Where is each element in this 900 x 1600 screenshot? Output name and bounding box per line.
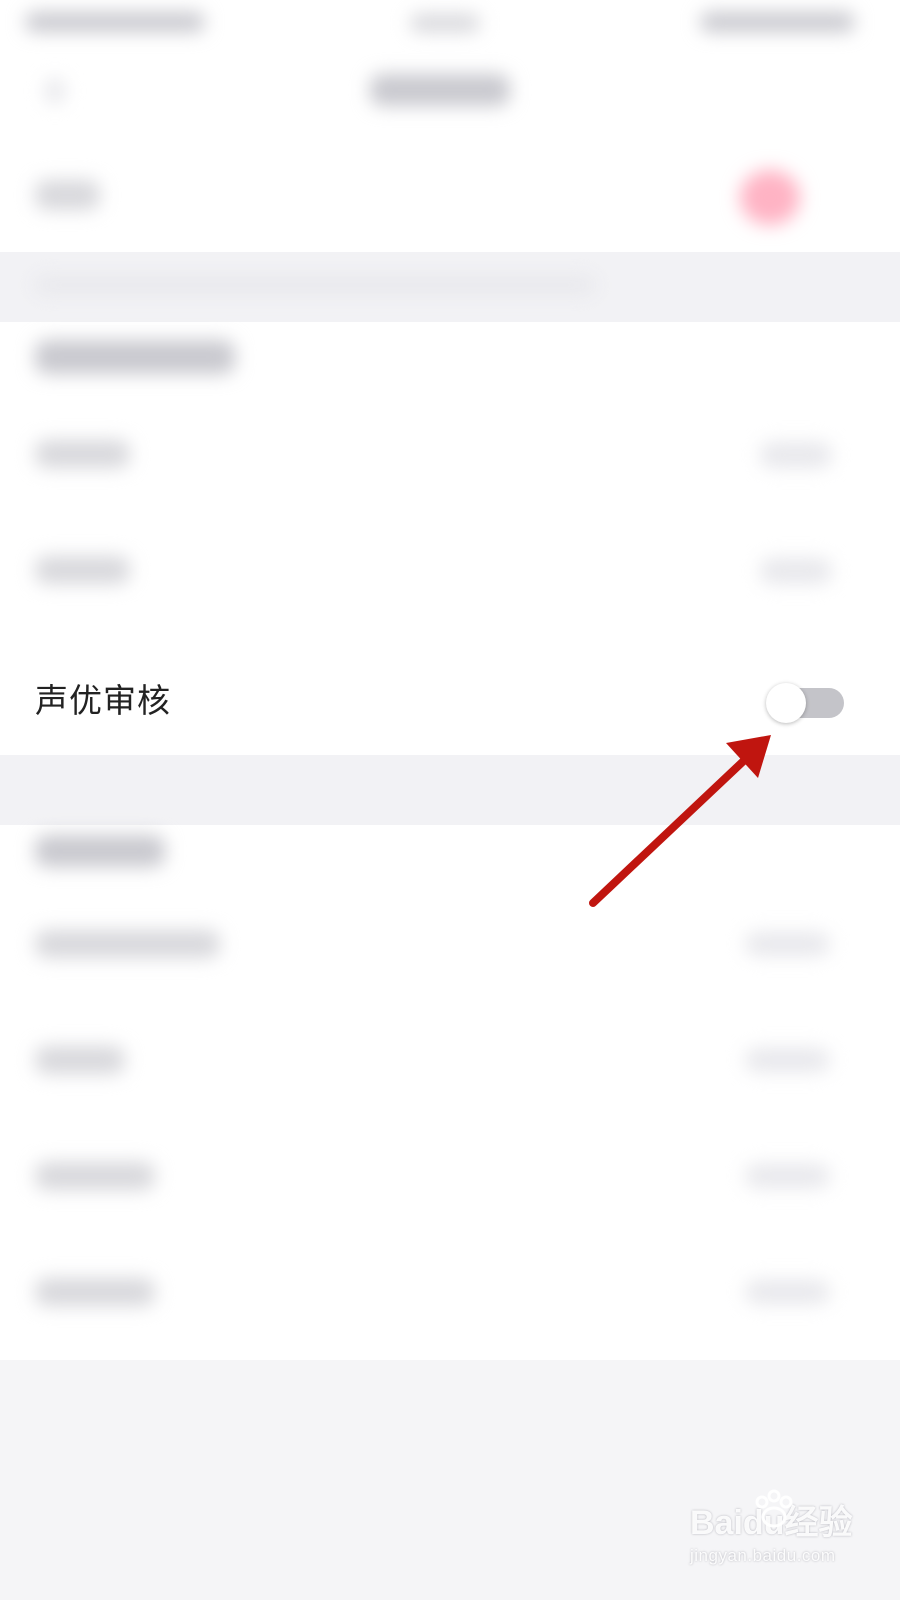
section-two-title xyxy=(35,835,165,867)
row-b-value[interactable] xyxy=(760,558,832,584)
voice-review-label: 声优审核 xyxy=(35,681,171,720)
status-center-blur xyxy=(410,14,480,32)
row-d-value[interactable] xyxy=(745,1048,830,1072)
row-c-label xyxy=(35,930,220,958)
section-one-title xyxy=(35,340,235,374)
row-e-label xyxy=(35,1162,155,1190)
voice-review-toggle[interactable] xyxy=(766,683,844,723)
toggle-knob[interactable] xyxy=(766,683,806,723)
row-b-label xyxy=(35,556,130,584)
status-right-blur xyxy=(700,12,855,32)
row-c-value[interactable] xyxy=(745,932,830,956)
row-d-label xyxy=(35,1046,125,1074)
page-title xyxy=(370,74,510,106)
info-strip-blur xyxy=(35,276,595,294)
row-a-label xyxy=(35,440,130,468)
watermark-url: jingyan.baidu.com xyxy=(690,1546,836,1565)
back-icon[interactable] xyxy=(45,78,65,104)
row-e-value[interactable] xyxy=(745,1164,830,1188)
row-f-value[interactable] xyxy=(745,1280,830,1304)
paw-icon xyxy=(755,1489,793,1528)
row-f-label xyxy=(35,1278,155,1306)
baidu-watermark: Baidu经验 jingyan.baidu.com xyxy=(690,1489,870,1567)
header-label-blur xyxy=(35,180,100,210)
row-a-value[interactable] xyxy=(760,442,832,468)
blurred-content xyxy=(0,0,900,1600)
header-avatar[interactable] xyxy=(740,170,800,225)
status-left-blur xyxy=(25,12,205,32)
